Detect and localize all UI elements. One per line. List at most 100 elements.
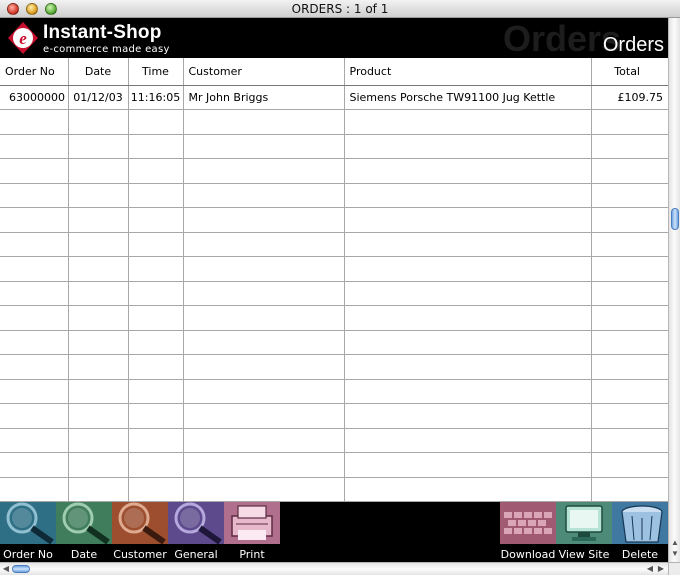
- horizontal-scroll-thumb[interactable]: [12, 565, 30, 573]
- resize-grip[interactable]: [668, 562, 680, 575]
- cell-product: [344, 477, 592, 502]
- cell-product: [344, 183, 592, 208]
- cell-time: [128, 232, 184, 257]
- cell-customer: [183, 232, 345, 257]
- cell-date: [68, 379, 129, 404]
- search-general-button[interactable]: General: [168, 502, 224, 562]
- scroll-down-arrow-icon[interactable]: ▼: [670, 549, 680, 559]
- cell-customer: [183, 158, 345, 184]
- cell-customer: [183, 207, 345, 233]
- cell-customer: [183, 256, 345, 282]
- table-row-empty[interactable]: [0, 183, 668, 208]
- table-row-empty[interactable]: [0, 452, 668, 478]
- window-title: ORDERS : 1 of 1: [291, 2, 389, 16]
- search-customer-button[interactable]: Customer: [112, 502, 168, 562]
- cell-order-no: [0, 158, 69, 184]
- cell-date: [68, 354, 129, 380]
- search-order-no-button[interactable]: Order No: [0, 502, 56, 562]
- cell-customer: [183, 134, 345, 159]
- table-row[interactable]: 63000000 01/12/03 11:16:05 Mr John Brigg…: [0, 85, 668, 110]
- cell-total: [591, 477, 668, 502]
- cell-time: [128, 109, 184, 135]
- magnifier-icon: [168, 502, 224, 544]
- orders-table-container: Order No Date Time Customer Product Tota…: [0, 58, 668, 502]
- cell-date: [68, 158, 129, 184]
- cell-time: [128, 183, 184, 208]
- cell-time: [128, 452, 184, 478]
- column-header-total[interactable]: Total: [591, 58, 668, 86]
- view-site-button[interactable]: View Site: [556, 502, 612, 562]
- column-header-time[interactable]: Time: [128, 58, 184, 86]
- scroll-left-end-arrow-icon[interactable]: ◀: [645, 564, 655, 574]
- cell-date: [68, 330, 129, 355]
- table-row-empty[interactable]: [0, 403, 668, 429]
- cell-product: [344, 305, 592, 331]
- cell-time: [128, 477, 184, 502]
- column-header-product[interactable]: Product: [344, 58, 592, 86]
- cell-customer: Mr John Briggs: [183, 85, 345, 110]
- vertical-scroll-thumb[interactable]: [671, 208, 679, 230]
- table-row-empty[interactable]: [0, 379, 668, 404]
- scroll-up-arrow-icon[interactable]: ▲: [670, 538, 680, 548]
- cell-product: [344, 428, 592, 453]
- monitor-icon: [556, 502, 612, 544]
- vertical-scrollbar[interactable]: ▲ ▼: [668, 18, 680, 562]
- printer-icon: [224, 502, 280, 544]
- table-row-empty[interactable]: [0, 330, 668, 355]
- cell-product: [344, 134, 592, 159]
- column-header-date[interactable]: Date: [68, 58, 129, 86]
- delete-button[interactable]: Delete: [612, 502, 668, 562]
- table-row-empty[interactable]: [0, 207, 668, 233]
- cell-customer: [183, 183, 345, 208]
- cell-order-no: [0, 256, 69, 282]
- search-date-button[interactable]: Date: [56, 502, 112, 562]
- section-title: Orders: [602, 34, 664, 56]
- cell-total: [591, 379, 668, 404]
- cell-time: [128, 305, 184, 331]
- cell-order-no: [0, 207, 69, 233]
- table-row-empty[interactable]: [0, 256, 668, 282]
- cell-total: [591, 207, 668, 233]
- cell-order-no: 63000000: [0, 85, 69, 110]
- table-row-empty[interactable]: [0, 158, 668, 184]
- cell-order-no: [0, 330, 69, 355]
- cell-total: [591, 403, 668, 429]
- cell-order-no: [0, 354, 69, 380]
- cell-customer: [183, 305, 345, 331]
- column-header-order-no[interactable]: Order No: [0, 58, 69, 86]
- cell-time: [128, 354, 184, 380]
- cell-order-no: [0, 477, 69, 502]
- cell-date: [68, 452, 129, 478]
- cell-time: [128, 403, 184, 429]
- horizontal-scrollbar[interactable]: ◀ ◀ ▶: [0, 562, 668, 575]
- cell-time: [128, 428, 184, 453]
- cell-total: [591, 330, 668, 355]
- table-row-empty[interactable]: [0, 354, 668, 380]
- cell-total: [591, 183, 668, 208]
- table-row-empty[interactable]: [0, 305, 668, 331]
- scroll-right-arrow-icon[interactable]: ▶: [656, 564, 666, 574]
- cell-order-no: [0, 379, 69, 404]
- table-row-empty[interactable]: [0, 477, 668, 502]
- table-row-empty[interactable]: [0, 232, 668, 257]
- cell-date: [68, 477, 129, 502]
- download-button[interactable]: Download: [500, 502, 556, 562]
- table-row-empty[interactable]: [0, 428, 668, 453]
- brand-name: Instant-Shop: [43, 22, 162, 43]
- table-row-empty[interactable]: [0, 281, 668, 306]
- print-button[interactable]: Print: [224, 502, 280, 562]
- cell-total: [591, 281, 668, 306]
- cell-customer: [183, 379, 345, 404]
- table-row-empty[interactable]: [0, 109, 668, 135]
- cell-order-no: [0, 109, 69, 135]
- magnifier-icon: [112, 502, 168, 544]
- cell-date: [68, 207, 129, 233]
- scroll-left-arrow-icon[interactable]: ◀: [1, 564, 11, 574]
- cell-total: [591, 452, 668, 478]
- column-header-customer[interactable]: Customer: [183, 58, 345, 86]
- table-row-empty[interactable]: [0, 134, 668, 159]
- cell-time: [128, 256, 184, 282]
- window-titlebar[interactable]: ORDERS : 1 of 1: [0, 0, 680, 18]
- cell-customer: [183, 109, 345, 135]
- svg-text:e: e: [19, 29, 27, 48]
